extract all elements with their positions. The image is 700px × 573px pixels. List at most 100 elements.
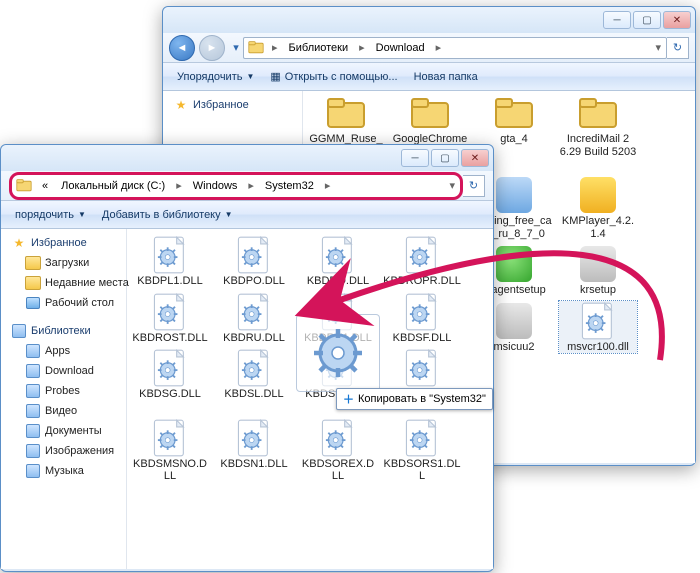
breadcrumb-chevron-icon: ▸ <box>172 175 187 197</box>
close-button[interactable]: ✕ <box>461 149 489 167</box>
sidebar-item[interactable]: Видео <box>1 401 126 421</box>
file-item[interactable]: KBDROPR.DLL <box>383 235 461 288</box>
newfolder-button[interactable]: Новая папка <box>406 63 486 90</box>
sidebar-item[interactable]: Недавние места <box>1 273 126 293</box>
breadcrumb-libraries[interactable]: Библиотеки <box>283 38 356 58</box>
sidebar-item-label: Рабочий стол <box>45 297 114 309</box>
sidebar-item[interactable]: Download <box>1 361 126 381</box>
dll-icon <box>400 348 444 388</box>
sidebar-item-label: Изображения <box>45 445 114 457</box>
breadcrumb-chevron-icon: ▸ <box>321 175 336 197</box>
sidebar-item[interactable]: Apps <box>1 341 126 361</box>
nav-forward-button[interactable]: ► <box>199 35 225 61</box>
file-item[interactable]: KBDRO.DLL <box>299 235 377 288</box>
address-row: ◄ ► ▾ ▸ Библиотеки ▸ Download ▸ ▾ ↻ <box>163 33 695 63</box>
close-button[interactable]: ✕ <box>663 11 691 29</box>
sidebar-favorites-head[interactable]: ★ Избранное <box>1 233 126 253</box>
file-item[interactable]: msvcr100.dll <box>559 301 637 354</box>
file-item[interactable]: KBDPO.DLL <box>215 235 293 288</box>
folder-item[interactable]: IncrediMail 2 6.29 Build 5203 <box>559 93 637 171</box>
file-item[interactable]: KBDSG.DLL <box>131 348 209 413</box>
file-item[interactable]: KBDSORS1.DLL <box>383 418 461 483</box>
nav-history-chevron[interactable]: ▾ <box>229 37 243 59</box>
minimize-button[interactable]: ─ <box>401 149 429 167</box>
toolbar: Упорядочить▼ ▦Открыть с помощью... Новая… <box>163 63 695 91</box>
sidebar-item[interactable]: Probes <box>1 381 126 401</box>
file-item[interactable]: KMPlayer_4.2.1.4 <box>559 175 637 240</box>
dll-icon <box>400 418 444 458</box>
breadcrumb-chevron-icon: ▸ <box>244 175 259 197</box>
openwith-button[interactable]: ▦Открыть с помощью... <box>262 63 405 90</box>
dll-icon <box>232 235 276 275</box>
library-folder-icon <box>25 423 41 439</box>
refresh-button[interactable]: ↻ <box>667 37 689 59</box>
file-item[interactable]: KBDSN1.DLL <box>215 418 293 483</box>
file-item[interactable]: KBDPL1.DLL <box>131 235 209 288</box>
star-icon: ★ <box>11 235 27 251</box>
breadcrumb-windows[interactable]: Windows <box>187 175 245 197</box>
dll-icon <box>400 235 444 275</box>
sidebar-item-label: Видео <box>45 405 77 417</box>
toolbar: порядочить▼ Добавить в библиотеку▼ <box>1 201 493 229</box>
organize-button[interactable]: Упорядочить▼ <box>169 63 262 90</box>
breadcrumb-chevron-icon: ▸ <box>268 38 283 58</box>
file-item[interactable]: KBDROST.DLL <box>131 292 209 345</box>
address-dropdown-icon[interactable]: ▾ <box>445 175 460 197</box>
dll-icon <box>148 418 192 458</box>
dll-icon <box>232 348 276 388</box>
item-label: msicuu2 <box>494 341 535 354</box>
address-bar[interactable]: « Локальный диск (C:) ▸ Windows ▸ System… <box>9 172 463 200</box>
dll-icon <box>148 292 192 332</box>
dll-icon <box>232 418 276 458</box>
library-folder-icon <box>25 343 41 359</box>
sidebar-item[interactable]: Музыка <box>1 461 126 481</box>
sidebar-item-label: Музыка <box>45 465 84 477</box>
desktop-icon <box>25 295 41 311</box>
file-item[interactable]: KBDSF.DLL <box>383 292 461 345</box>
breadcrumb-download[interactable]: Download <box>370 38 432 58</box>
file-item[interactable]: KBDRU.DLL <box>215 292 293 345</box>
address-bar[interactable]: ▸ Библиотеки ▸ Download ▸ ▾ <box>243 37 667 59</box>
dll-icon <box>576 301 620 341</box>
file-item[interactable]: KBDSMSFI.DLL <box>383 348 461 413</box>
dll-icon <box>400 292 444 332</box>
app-icon <box>492 175 536 215</box>
file-item[interactable]: KBDRU1.DLL <box>299 292 377 345</box>
add-to-library-button[interactable]: Добавить в библиотеку▼ <box>94 201 241 228</box>
sidebar-item[interactable]: Изображения <box>1 441 126 461</box>
titlebar[interactable]: ─ ▢ ✕ <box>163 7 695 33</box>
maximize-button[interactable]: ▢ <box>431 149 459 167</box>
refresh-button[interactable]: ↻ <box>463 175 485 197</box>
breadcrumb-disk[interactable]: Локальный диск (C:) <box>55 175 172 197</box>
file-item[interactable]: KBDSL1.DLL <box>299 348 377 413</box>
sidebar-item-label: Apps <box>45 345 70 357</box>
sidebar-item[interactable]: Документы <box>1 421 126 441</box>
file-item[interactable]: krsetup <box>559 244 637 297</box>
sidebar-item[interactable]: Рабочий стол <box>1 293 126 313</box>
address-dropdown-icon[interactable]: ▾ <box>651 38 666 58</box>
maximize-button[interactable]: ▢ <box>633 11 661 29</box>
file-item[interactable]: KBDSL.DLL <box>215 348 293 413</box>
sidebar-item[interactable]: Загрузки <box>1 253 126 273</box>
sidebar-libraries-head[interactable]: Библиотеки <box>1 321 126 341</box>
recent-icon <box>25 275 41 291</box>
breadcrumb-system32[interactable]: System32 <box>259 175 321 197</box>
item-label: KBDSL.DLL <box>224 388 283 401</box>
titlebar[interactable]: ─ ▢ ✕ <box>1 145 493 171</box>
sidebar: ★ Избранное Загрузки Недавние места Рабочи… <box>1 229 127 569</box>
dll-icon <box>316 292 360 332</box>
minimize-button[interactable]: ─ <box>603 11 631 29</box>
window-body: ★ Избранное Загрузки Недавние места Рабочи… <box>1 229 493 569</box>
file-item[interactable]: KBDSOREX.DLL <box>299 418 377 483</box>
organize-button[interactable]: порядочить▼ <box>7 201 94 228</box>
library-icon <box>11 323 27 339</box>
sidebar-item-label: Недавние места <box>45 277 129 289</box>
nav-back-button[interactable]: ◄ <box>169 35 195 61</box>
file-item[interactable]: KBDSMSNO.DLL <box>131 418 209 483</box>
sidebar-favorites-head[interactable]: ★ Избранное <box>163 95 302 115</box>
file-list[interactable]: KBDPL1.DLLKBDPO.DLLKBDRO.DLLKBDROPR.DLLK… <box>127 229 493 569</box>
item-label: KBDSN1.DLL <box>220 458 287 471</box>
item-label: KBDPO.DLL <box>223 275 285 288</box>
item-label: gta_4 <box>500 133 528 146</box>
sidebar-item-label: Probes <box>45 385 80 397</box>
